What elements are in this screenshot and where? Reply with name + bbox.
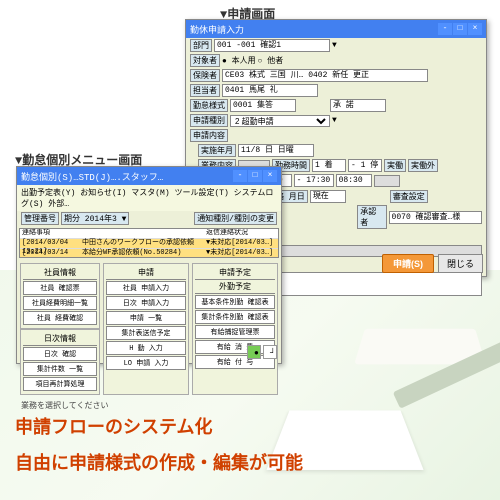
menu-button[interactable]: 社員経費明細一覧 [23,296,97,310]
field[interactable]: 0401 馬尾 礼 [222,84,318,97]
menu-button[interactable]: LO 申請 入力 [106,356,186,370]
label: 部門 [190,39,212,52]
table-row[interactable]: [2014/03/04 13:21]中田さんのワークフローの承認依頼▼未対応[2… [20,239,278,249]
menu-button[interactable]: 申請 一覧 [106,311,186,325]
label: 勤怠様式 [190,99,228,112]
notice-list[interactable]: 連絡事項返信連絡状況 [2014/03/04 13:21]中田さんのワークフロー… [19,228,279,258]
caption-line-2: 自由に申請様式の作成・編集が可能 [15,449,303,475]
menu-button[interactable]: 日次 確認 [23,347,97,361]
field[interactable]: 承 諾 [330,99,386,112]
window-title: 勤怠個別(S)…STD(J)….スタッフ… [21,170,163,183]
menu-button[interactable]: 集計表送信予定 [106,326,186,340]
menu-button[interactable]: 社員 確認票 [23,281,97,295]
panel-plan: 申請予定 外勤予定 基本条件別勤 確認表 集計条件別勤 確認表 有給捕捉管理票 … [192,263,278,395]
maximize-icon[interactable]: □ [453,23,467,35]
label: 実施年月 [198,144,236,157]
maximize-icon[interactable]: □ [248,170,262,182]
menu-button[interactable]: 社員 経費確認 [23,311,97,325]
titlebar[interactable]: 勤怠個別(S)…STD(J)….スタッフ… - □ × [17,167,281,185]
radio-self[interactable]: ● 本人用 [222,55,256,66]
status-bar: 業務を選択してください [17,398,281,413]
menu-button[interactable]: 日次 申請入力 [106,296,186,310]
menu-button[interactable]: 基本条件別勤 確認表 [195,295,275,309]
radio-other[interactable]: ○ 他者 [258,55,284,66]
label: 申請内容 [190,129,228,142]
label: 申請種別 [190,114,228,127]
dept-field[interactable]: 001 -001 確認1 [214,39,330,52]
menu-window: 勤怠個別(S)…STD(J)….スタッフ… - □ × 出勤予定表(Y) お知ら… [16,166,282,364]
panel-daily: 日次情報 日次 確認 集計件数 一覧 項目再計算処理 [20,329,100,395]
panel-emp: 社員情報 社員 確認票 社員経費明細一覧 社員 経費確認 [20,263,100,329]
field[interactable]: 0001 集答 [230,99,296,112]
label: 保険者 [190,69,220,82]
close-icon[interactable]: × [468,23,482,35]
caption-line-1: 申請フローのシステム化 [15,413,303,439]
date-field[interactable]: 11/8 日 日曜 [238,144,314,157]
field[interactable]: CE03 株式 三国 川… 0402 新任 更正 [222,69,428,82]
close-button[interactable]: 閉じる [438,254,483,273]
label: 対象者 [190,54,220,67]
table-header: 連絡事項返信連絡状況 [20,229,278,239]
green-icon[interactable]: ● [247,345,261,359]
minimize-icon[interactable]: - [233,170,247,182]
menu-button[interactable]: 集計条件別勤 確認表 [195,310,275,324]
minimize-icon[interactable]: - [438,23,452,35]
menu-button[interactable]: 集計件数 一覧 [23,362,97,376]
label: 担当者 [190,84,220,97]
menu-button[interactable]: H 動 入力 [106,341,186,355]
menu-button[interactable]: 項目再計算処理 [23,377,97,391]
menu-button[interactable]: 社員 申請入力 [106,281,186,295]
apply-type-select[interactable]: 2 超勤申請 [230,115,330,127]
close-icon[interactable]: × [263,170,277,182]
exit-icon[interactable]: ┘ [263,345,277,359]
menu-button[interactable]: 有給捕捉管理票 [195,325,275,339]
window-title: 勤休申請入力 [190,23,244,36]
menubar[interactable]: 出勤予定表(Y) お知らせ(I) マスタ(M) ツール設定(T) システムログ(… [17,185,281,211]
apply-button[interactable]: 申請(S) [382,254,434,273]
panel-apply: 申請 社員 申請入力 日次 申請入力 申請 一覧 集計表送信予定 H 動 入力 … [103,263,189,395]
table-row[interactable]: [2014/03/14 14:51]本給分WF承認依頼(No.50284)▼未対… [20,249,278,258]
titlebar[interactable]: 勤休申請入力 - □ × [186,20,486,38]
